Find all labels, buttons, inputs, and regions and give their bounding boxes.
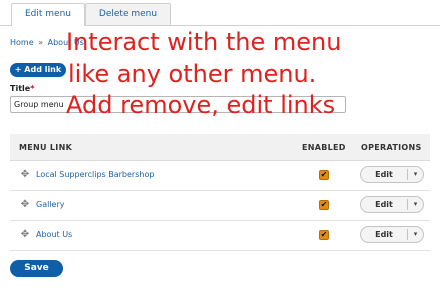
- chevron-down-icon[interactable]: ▾: [408, 227, 423, 242]
- menu-link[interactable]: About Us: [36, 230, 72, 239]
- edit-button[interactable]: Edit: [361, 197, 407, 212]
- enabled-checkbox[interactable]: ✔: [319, 200, 329, 210]
- overlay-caption-line-1: Interact with the menu: [66, 28, 342, 56]
- operations-dropbutton: Edit ▾: [360, 166, 424, 183]
- header-menu-link: MENU LINK: [19, 143, 73, 152]
- tab-edit-menu[interactable]: Edit menu: [11, 3, 85, 26]
- enabled-checkbox[interactable]: ✔: [319, 230, 329, 240]
- chevron-down-icon[interactable]: ▾: [408, 197, 423, 212]
- required-marker: *: [30, 84, 35, 93]
- edit-button[interactable]: Edit: [361, 167, 407, 182]
- breadcrumb-home-link[interactable]: Home: [10, 38, 34, 47]
- overlay-caption-line-3: Add remove, edit links: [66, 91, 336, 119]
- drag-handle-icon[interactable]: ✥: [19, 229, 31, 241]
- drag-handle-icon[interactable]: ✥: [19, 199, 31, 211]
- save-button[interactable]: Save: [10, 260, 63, 277]
- menu-table-header: MENU LINK ENABLED OPERATIONS: [10, 134, 430, 161]
- table-row: ✥ About Us ✔ Edit ▾: [10, 220, 430, 251]
- header-operations: OPERATIONS: [361, 143, 422, 152]
- title-label: Title*: [10, 84, 34, 93]
- operations-dropbutton: Edit ▾: [360, 196, 424, 213]
- tabs-bar: Edit menu Delete menu: [0, 0, 440, 26]
- overlay-caption-line-2: like any other menu.: [68, 60, 317, 88]
- menu-link[interactable]: Gallery: [36, 200, 65, 209]
- breadcrumb-separator: »: [38, 38, 44, 47]
- table-row: ✥ Gallery ✔ Edit ▾: [10, 190, 430, 221]
- title-label-text: Title: [10, 84, 31, 93]
- operations-dropbutton: Edit ▾: [360, 226, 424, 243]
- table-row: ✥ Local Supperclips Barbershop ✔ Edit ▾: [10, 160, 430, 191]
- enabled-checkbox[interactable]: ✔: [319, 170, 329, 180]
- chevron-down-icon[interactable]: ▾: [408, 167, 423, 182]
- drag-handle-icon[interactable]: ✥: [19, 169, 31, 181]
- menu-link[interactable]: Local Supperclips Barbershop: [36, 170, 154, 179]
- header-enabled: ENABLED: [302, 143, 346, 152]
- add-link-button[interactable]: + Add link: [10, 63, 66, 77]
- edit-button[interactable]: Edit: [361, 227, 407, 242]
- tab-delete-menu[interactable]: Delete menu: [85, 3, 171, 25]
